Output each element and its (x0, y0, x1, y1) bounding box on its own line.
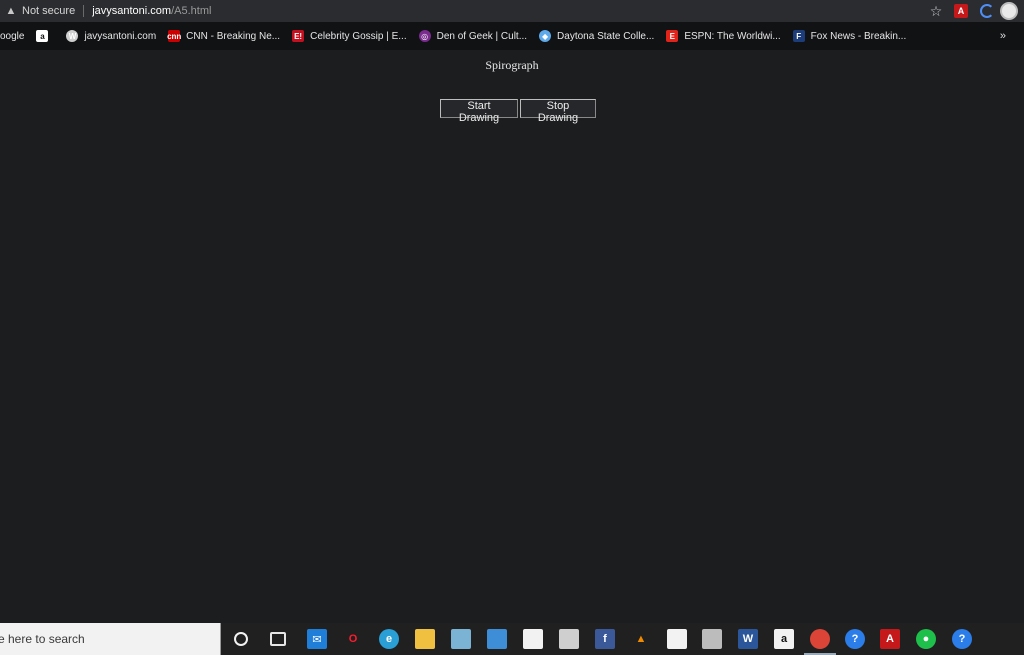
amazon-icon[interactable]: a (774, 629, 794, 649)
document-icon[interactable] (667, 629, 687, 649)
task-view-icon[interactable] (268, 629, 288, 649)
wordpress-icon: W (66, 30, 79, 42)
taskbar-search-box[interactable]: e here to search (0, 623, 221, 655)
bookmark-star-icon[interactable]: ☆ (924, 3, 948, 20)
address-separator (83, 5, 85, 17)
toolbar-right: ☆ A (924, 0, 1024, 22)
denofgeek-icon: ◎ (418, 30, 431, 42)
bookmark-item[interactable]: a (36, 22, 54, 50)
start-drawing-button[interactable]: Start Drawing (440, 99, 518, 124)
vlc-icon[interactable]: ▲ (631, 629, 651, 649)
cortana-icon[interactable] (231, 629, 251, 649)
page-title: Spirograph (485, 58, 539, 72)
bookmark-label: Daytona State Colle... (557, 30, 655, 42)
amazon-icon: a (36, 30, 49, 42)
address-bar[interactable]: ▲ Not secure javysantoni.com/A5.html ☆ A (0, 0, 1024, 22)
bookmark-label: CNN - Breaking Ne... (186, 30, 281, 42)
bookmark-list: oogle a Wjavysantoni.com cnn CNN - Breaking … (0, 22, 918, 50)
bookmark-item[interactable]: E! Celebrity Gossip | E... (292, 22, 407, 50)
bookmark-label: Den of Geek | Cult... (436, 30, 528, 42)
help-icon[interactable]: ? (845, 629, 865, 649)
facebook-icon[interactable]: f (595, 629, 615, 649)
security-label[interactable]: Not secure (22, 5, 75, 17)
bookmark-item[interactable]: ◆ Daytona State Colle... (539, 22, 654, 50)
eonline-icon: E! (292, 30, 305, 42)
mail-icon[interactable]: ✉ (307, 629, 327, 649)
url-domain: javysantoni.com (92, 5, 172, 17)
acrobat-extension-icon[interactable]: A (952, 2, 970, 20)
store-icon[interactable] (523, 629, 543, 649)
cnn-icon: cnn (167, 30, 182, 42)
bookmark-label: Celebrity Gossip | E... (310, 30, 407, 42)
chrome-icon[interactable] (804, 629, 836, 655)
button-group: Start Drawing Stop Drawing (440, 99, 596, 124)
bookmark-item[interactable]: cnn CNN - Breaking Ne... (167, 22, 281, 50)
stop-drawing-button[interactable]: Stop Drawing (520, 99, 596, 124)
bookmarks-overflow-button[interactable]: » (1000, 22, 1006, 50)
foxnews-icon: F (792, 30, 805, 42)
bookmark-label: oogle (0, 30, 25, 42)
file-explorer-icon[interactable] (415, 629, 435, 649)
network-icon[interactable] (702, 629, 722, 649)
profile-avatar[interactable] (1000, 2, 1018, 20)
bookmark-item[interactable]: ◎ Den of Geek | Cult... (418, 22, 528, 50)
warning-icon: ▲ (5, 5, 17, 17)
bookmark-item[interactable]: F Fox News - Breakin... (792, 22, 907, 50)
bookmark-item[interactable]: E ESPN: The Worldwi... (666, 22, 781, 50)
bookmark-item[interactable]: oogle (0, 22, 24, 50)
bookmark-label: javysantoni.com (84, 30, 157, 42)
taskbar: e here to search ✉ Oe f ▲ Wa? A ●? (0, 623, 1024, 655)
url-path: /A5.html (171, 5, 212, 17)
daytona-icon: ◆ (539, 30, 552, 42)
espn-icon: E (666, 30, 679, 42)
bookmark-item[interactable]: Wjavysantoni.com (66, 22, 156, 50)
word-icon[interactable]: W (738, 629, 758, 649)
search-placeholder: e here to search (0, 632, 85, 646)
contacts-icon[interactable] (487, 629, 507, 649)
sync-extension-icon[interactable] (978, 2, 996, 20)
notepad-icon[interactable] (451, 629, 471, 649)
opera-icon[interactable]: O (343, 629, 363, 649)
acrobat-icon[interactable]: A (880, 629, 900, 649)
bookmark-label: ESPN: The Worldwi... (684, 30, 781, 42)
paint-icon[interactable] (559, 629, 579, 649)
bookmark-label: Fox News - Breakin... (810, 30, 907, 42)
green-app-icon[interactable]: ● (916, 629, 936, 649)
url-text[interactable]: javysantoni.com/A5.html (92, 5, 211, 17)
edge-icon[interactable]: e (379, 629, 399, 649)
bookmarks-bar: oogle a Wjavysantoni.com cnn CNN - Breaking … (0, 22, 1024, 50)
help-tray-icon[interactable]: ? (952, 629, 972, 649)
